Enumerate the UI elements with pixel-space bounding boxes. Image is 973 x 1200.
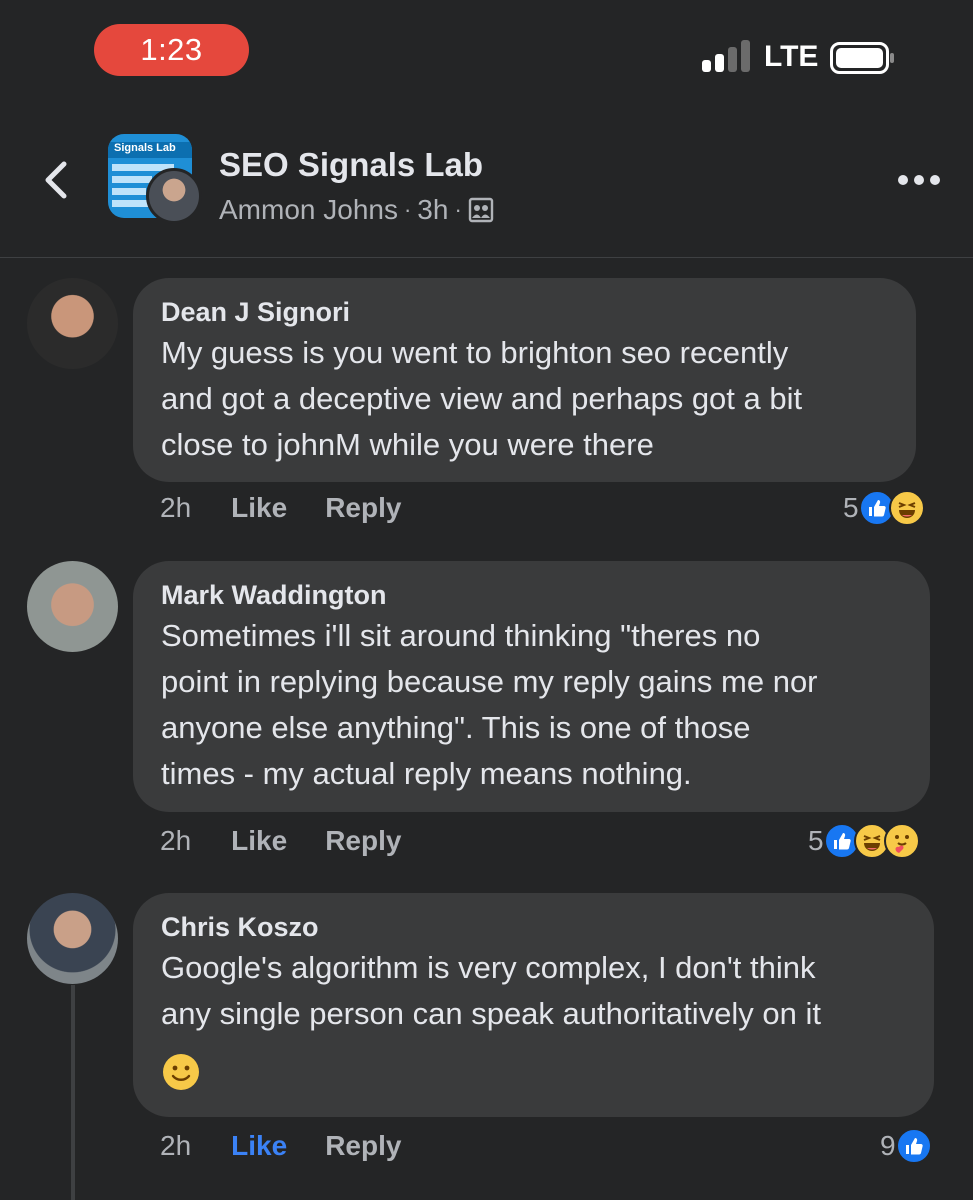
group-name[interactable]: SEO Signals Lab — [219, 146, 483, 184]
haha-reaction-icon — [888, 490, 925, 526]
comment-text-line: close to johnM while you were there — [161, 427, 654, 462]
commenter-avatar[interactable] — [27, 278, 118, 369]
more-options-icon — [914, 175, 924, 185]
comment-actions: 2h Like Reply — [160, 1130, 401, 1162]
logo-decoration — [112, 176, 152, 183]
comment-time[interactable]: 2h — [160, 492, 191, 524]
status-bar: 1:23 LTE — [0, 0, 973, 110]
slightly-smiling-face-emoji — [163, 1053, 199, 1090]
reaction-count: 5 — [843, 492, 859, 523]
comment-text-line: Sometimes i'll sit around thinking "ther… — [161, 618, 761, 653]
network-type: LTE — [764, 40, 819, 73]
comment-time[interactable]: 2h — [160, 825, 191, 857]
comment-text-line: point in replying because my reply gains… — [161, 664, 818, 699]
like-reaction-icon — [895, 1128, 932, 1164]
reaction-count: 9 — [880, 1130, 896, 1161]
commenter-avatar[interactable] — [27, 893, 118, 984]
group-audience-icon[interactable] — [468, 197, 494, 223]
more-options-icon — [930, 175, 940, 185]
commenter-name[interactable]: Mark Waddington — [161, 577, 902, 613]
logo-decoration — [112, 188, 146, 195]
comment-text-line: anyone else anything". This is one of th… — [161, 710, 751, 745]
comment-text-line: and got a deceptive view and perhaps got… — [161, 381, 803, 416]
reply-button[interactable]: Reply — [325, 825, 401, 857]
comment-bubble: Dean J Signori My guess is you went to b… — [133, 278, 916, 482]
meta-separator: · — [454, 197, 462, 222]
battery-icon — [830, 42, 894, 74]
care-reaction-icon — [883, 823, 920, 859]
comment-bubble: Mark Waddington Sometimes i'll sit aroun… — [133, 561, 930, 812]
author-avatar[interactable] — [146, 168, 202, 224]
reaction-summary[interactable]: 5 — [808, 823, 920, 859]
comment-text-line: My guess is you went to brighton seo rec… — [161, 335, 789, 370]
post-header: Signals Lab SEO Signals Lab Ammon Johns … — [0, 110, 973, 258]
comment-text-line: times - my actual reply means nothing. — [161, 756, 692, 791]
like-button[interactable]: Like — [231, 492, 287, 524]
commenter-name[interactable]: Chris Koszo — [161, 909, 906, 945]
cellular-signal-icon — [702, 40, 750, 72]
comment-emoji-line — [161, 1047, 906, 1093]
reply-thread-line — [71, 985, 75, 1200]
group-logo-text: Signals Lab — [108, 142, 192, 158]
reply-button[interactable]: Reply — [325, 1130, 401, 1162]
commenter-name[interactable]: Dean J Signori — [161, 294, 888, 330]
like-button[interactable]: Like — [231, 825, 287, 857]
more-options-button[interactable] — [898, 168, 940, 192]
reply-button[interactable]: Reply — [325, 492, 401, 524]
status-time: 1:23 — [94, 24, 249, 76]
post-time[interactable]: 3h — [417, 194, 448, 226]
chevron-left-icon — [45, 161, 67, 199]
comment-time[interactable]: 2h — [160, 1130, 191, 1162]
post-meta: Ammon Johns · 3h · — [219, 194, 494, 226]
back-button[interactable] — [36, 155, 76, 205]
comment-text-line: Google's algorithm is very complex, I do… — [161, 950, 816, 985]
reaction-summary[interactable]: 5 — [843, 490, 925, 526]
post-author[interactable]: Ammon Johns — [219, 194, 398, 226]
reaction-summary[interactable]: 9 — [880, 1128, 932, 1164]
like-button[interactable]: Like — [231, 1130, 287, 1162]
comment-bubble: Chris Koszo Google's algorithm is very c… — [133, 893, 934, 1117]
comment-actions: 2h Like Reply — [160, 492, 401, 524]
commenter-avatar[interactable] — [27, 561, 118, 652]
comment-text-line: any single person can speak authoritativ… — [161, 996, 822, 1031]
reaction-count: 5 — [808, 825, 824, 856]
more-options-icon — [898, 175, 908, 185]
logo-decoration — [112, 200, 150, 207]
comment-actions: 2h Like Reply — [160, 825, 401, 857]
meta-separator: · — [403, 197, 412, 222]
